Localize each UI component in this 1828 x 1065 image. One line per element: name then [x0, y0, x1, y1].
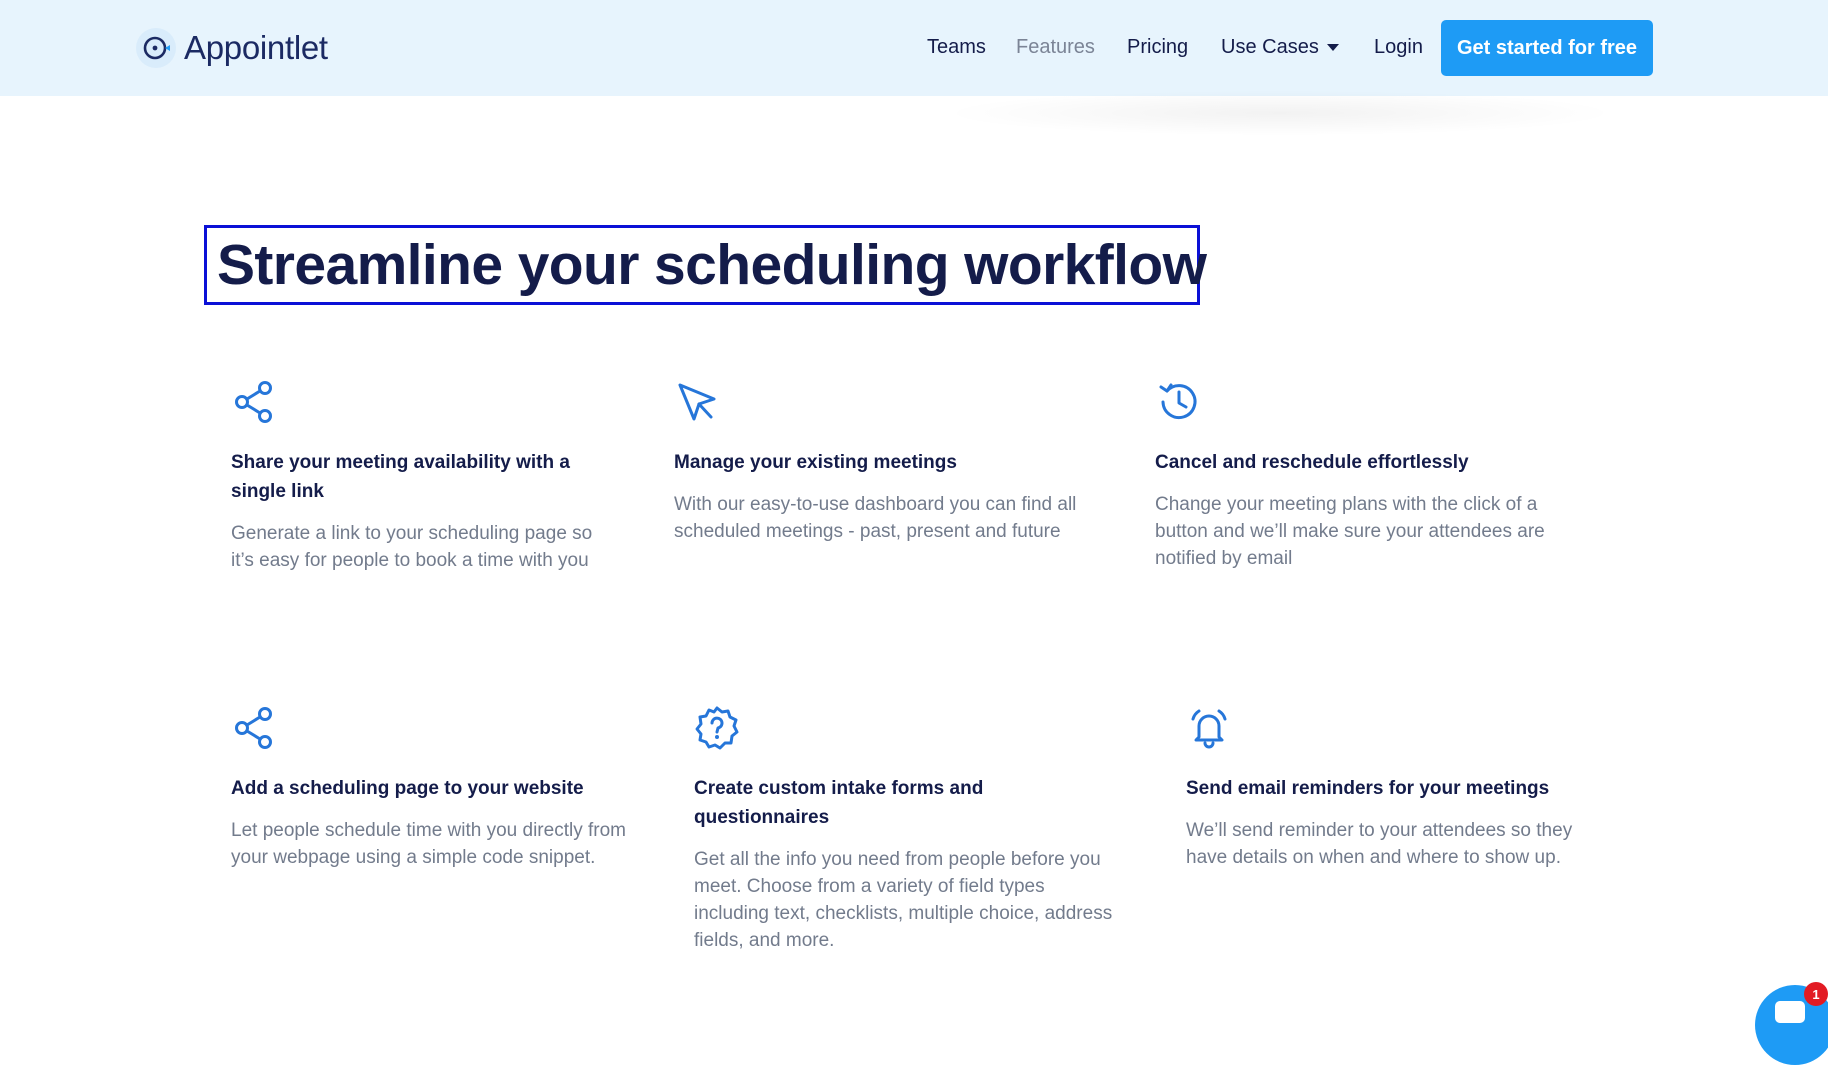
nav-link-login[interactable]: Login [1374, 36, 1423, 59]
feature-card: Manage your existing meetings With our e… [674, 379, 1094, 545]
history-clock-icon [1159, 383, 1197, 420]
top-navigation-bar: Appointlet Teams Features Pricing Use Ca… [0, 0, 1828, 96]
question-badge-icon [695, 706, 739, 750]
feature-title: Send email reminders for your meetings [1186, 778, 1550, 799]
feature-description: Generate a link to your scheduling page … [231, 523, 593, 571]
feature-title: Cancel and reschedule effortlessly [1155, 452, 1469, 473]
notification-badge: 1 [1804, 982, 1828, 1006]
brand-name: Appointlet [184, 29, 328, 66]
nav-use-cases-label: Use Cases [1221, 36, 1319, 58]
feature-title: Create custom intake forms and questionn… [694, 778, 984, 828]
feature-card: Add a scheduling page to your website Le… [231, 705, 631, 871]
share-icon [235, 381, 272, 423]
decorative-shadow [940, 90, 1620, 136]
feature-title: Manage your existing meetings [674, 452, 957, 473]
get-started-button[interactable]: Get started for free [1441, 20, 1653, 76]
feature-description: Let people schedule time with you direct… [231, 820, 626, 868]
feature-description: Get all the info you need from people be… [694, 849, 1113, 951]
cursor-arrow-icon [678, 383, 716, 421]
feature-card: Share your meeting availability with a s… [231, 379, 611, 574]
feature-description: We’ll send reminder to your attendees so… [1186, 820, 1573, 868]
feature-card: Send email reminders for your meetings W… [1186, 705, 1606, 871]
bell-alarm-icon [1191, 709, 1227, 749]
nav-use-cases-dropdown[interactable]: Use Cases [1221, 36, 1339, 59]
nav-link-features[interactable]: Features [1016, 36, 1095, 59]
feature-title: Share your meeting availability with a s… [231, 452, 570, 502]
chat-icon [1775, 1001, 1805, 1023]
feature-card: Cancel and reschedule effortlessly Chang… [1155, 379, 1595, 572]
feature-card: Create custom intake forms and questionn… [694, 705, 1114, 954]
share-icon [235, 707, 272, 749]
feature-description: With our easy-to-use dashboard you can f… [674, 494, 1077, 542]
clock-logo-icon [136, 28, 176, 68]
chevron-down-icon [1326, 44, 1339, 52]
hero-title-highlight: Streamline your scheduling workflow [204, 225, 1207, 305]
page-title: Streamline your scheduling workflow [217, 233, 1207, 297]
brand-logo[interactable]: Appointlet [136, 28, 328, 68]
nav-link-teams[interactable]: Teams [927, 36, 986, 59]
feature-title: Add a scheduling page to your website [231, 778, 584, 799]
nav-link-pricing[interactable]: Pricing [1127, 36, 1188, 59]
feature-description: Change your meeting plans with the click… [1155, 494, 1545, 569]
